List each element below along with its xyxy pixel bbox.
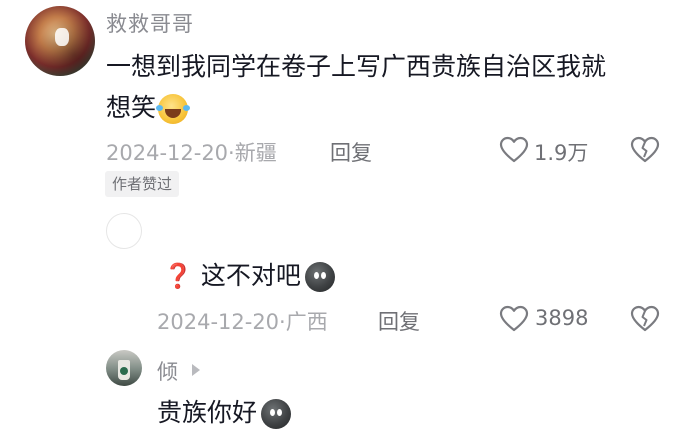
reply-text-row: 贵族你好 [157,392,292,433]
avatar-logo [120,367,128,375]
like-button[interactable] [499,305,529,333]
comment-date-location: 2024-12-20·新疆 [106,141,277,165]
comment-text-line2-row: 想笑 [106,87,676,128]
comment-text: 一想到我同学在卷子上写广西贵族自治区我就 想笑 [106,46,676,128]
eye-left [270,409,276,416]
dark-emoji-icon [261,399,292,429]
avatar-glint [55,28,69,46]
reply-text: 贵族你好 [157,398,258,427]
broken-heart-icon [630,136,660,163]
tear-right [183,105,191,111]
reply-date-location: 2024-12-20·广西 [157,310,328,334]
reply-username[interactable]: 倾 [157,356,179,386]
like-count: 3898 [535,306,589,330]
heart-icon [499,305,529,332]
dislike-button[interactable] [630,305,660,333]
reply-avatar[interactable] [106,350,142,386]
dislike-button[interactable] [630,136,660,164]
broken-heart-icon [630,305,660,332]
tear-left [156,105,164,111]
like-count: 1.9万 [534,141,589,165]
reply-button[interactable]: 回复 [330,137,372,167]
comment-text-line1: 一想到我同学在卷子上写广西贵族自治区我就 [106,52,607,81]
reply-button[interactable]: 回复 [378,306,420,336]
heart-icon [499,136,529,163]
comment-username[interactable]: 救救哥哥 [106,8,194,38]
reply-avatar[interactable] [106,213,142,249]
author-liked-badge: 作者赞过 [105,171,180,197]
eye-right [320,272,326,279]
dark-emoji-icon [304,262,335,292]
like-button[interactable] [499,136,529,164]
eye-right [277,409,283,416]
avatar[interactable] [25,6,95,76]
red-question-mark-icon: ❓ [163,262,193,290]
reply-text: 这不对吧 [200,261,301,290]
mouth [165,109,182,118]
laughing-with-tears-emoji-icon [156,94,191,124]
comment-text-line2: 想笑 [106,93,157,122]
eye-left [313,272,319,279]
reply-text-row: ❓ 这不对吧 [163,255,335,297]
reply-arrow-icon [192,364,200,376]
